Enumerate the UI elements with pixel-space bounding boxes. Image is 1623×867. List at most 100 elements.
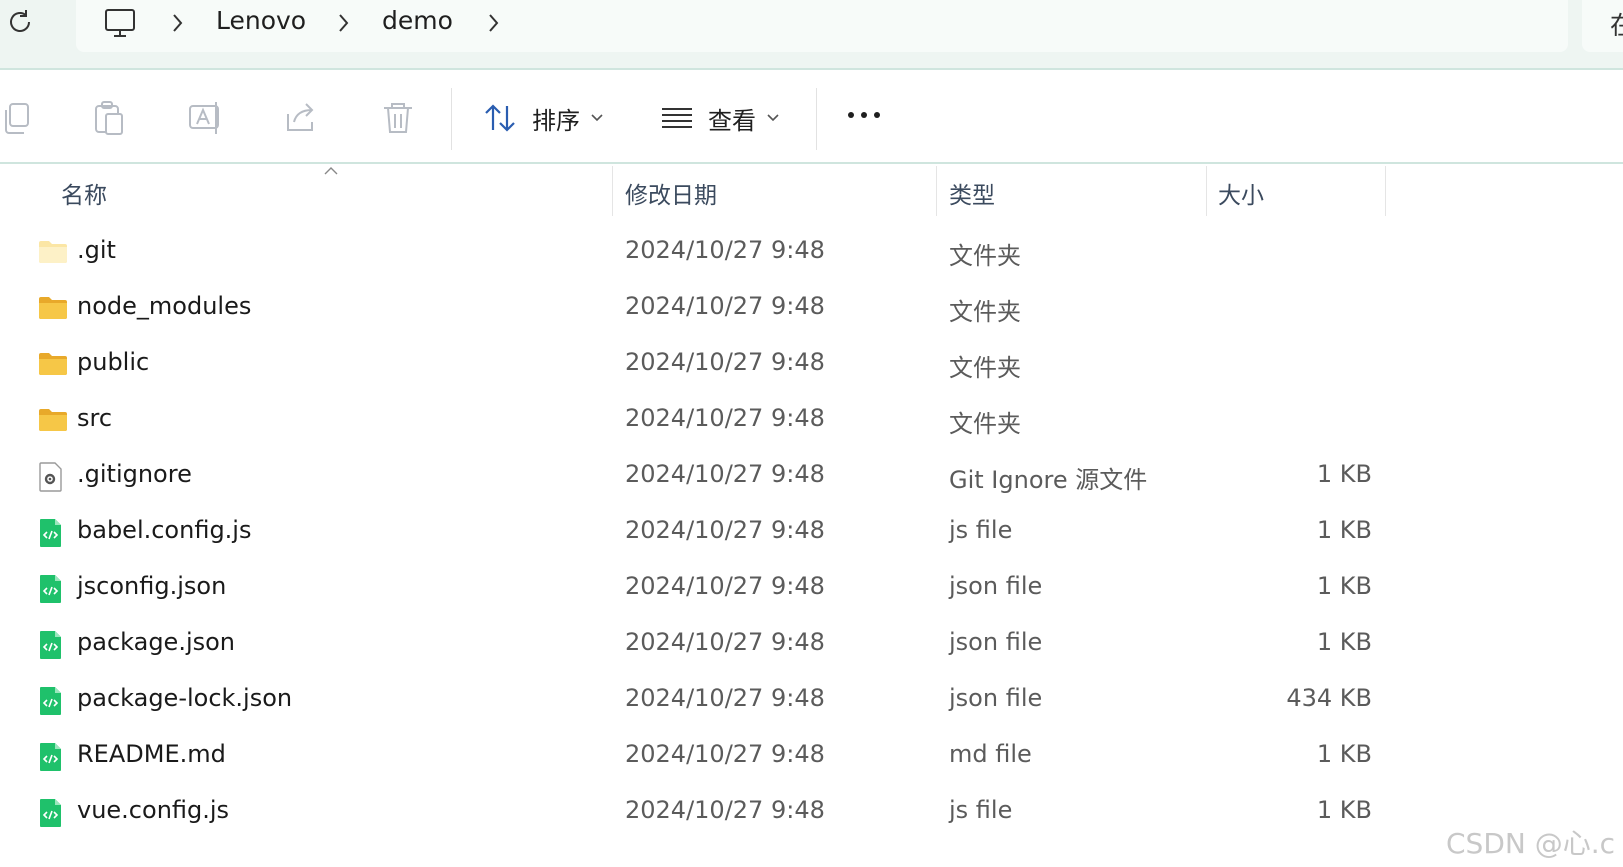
file-row[interactable]: .gitignore 2024/10/27 9:48 Git Ignore 源文… xyxy=(0,448,1623,504)
more-options-icon[interactable] xyxy=(848,112,880,118)
file-size: 1 KB xyxy=(1316,516,1372,544)
file-type: 文件夹 xyxy=(949,410,1021,438)
folder-icon xyxy=(38,238,68,266)
computer-icon[interactable] xyxy=(102,6,138,46)
file-type: Git Ignore 源文件 xyxy=(949,466,1148,494)
file-type: json file xyxy=(949,628,1043,656)
chevron-down-icon xyxy=(767,114,779,122)
file-name: package-lock.json xyxy=(77,684,293,712)
file-row[interactable]: public 2024/10/27 9:48 文件夹 xyxy=(0,336,1623,392)
file-row[interactable]: src 2024/10/27 9:48 文件夹 xyxy=(0,392,1623,448)
column-header-type[interactable]: 类型 xyxy=(949,176,995,210)
code-file-icon xyxy=(38,574,68,603)
folder-icon xyxy=(38,406,68,434)
file-name: .git xyxy=(77,236,116,264)
file-modified: 2024/10/27 9:48 xyxy=(625,684,825,712)
chevron-down-icon xyxy=(591,114,603,122)
file-row[interactable]: package-lock.json 2024/10/27 9:48 json f… xyxy=(0,672,1623,728)
column-divider[interactable] xyxy=(1385,166,1386,216)
code-file-icon xyxy=(38,686,68,715)
file-row[interactable]: .git 2024/10/27 9:48 文件夹 xyxy=(0,224,1623,280)
toolbar-divider xyxy=(816,88,817,150)
file-modified: 2024/10/27 9:48 xyxy=(625,292,825,320)
file-modified: 2024/10/27 9:48 xyxy=(625,628,825,656)
file-row[interactable]: README.md 2024/10/27 9:48 md file 1 KB xyxy=(0,728,1623,784)
file-size: 434 KB xyxy=(1286,684,1372,712)
file-row[interactable]: jsconfig.json 2024/10/27 9:48 json file … xyxy=(0,560,1623,616)
file-size: 1 KB xyxy=(1316,628,1372,656)
sort-label: 排序 xyxy=(532,106,580,135)
sort-icon xyxy=(485,104,515,132)
file-modified: 2024/10/27 9:48 xyxy=(625,796,825,824)
file-name: vue.config.js xyxy=(77,796,230,824)
copy-icon[interactable] xyxy=(0,98,40,138)
file-row[interactable]: babel.config.js 2024/10/27 9:48 js file … xyxy=(0,504,1623,560)
file-type: json file xyxy=(949,572,1043,600)
breadcrumb-item-lenovo[interactable]: Lenovo xyxy=(216,6,306,36)
file-row[interactable]: node_modules 2024/10/27 9:48 文件夹 xyxy=(0,280,1623,336)
search-placeholder: 在 xyxy=(1610,11,1623,40)
file-row[interactable]: vue.config.js 2024/10/27 9:48 js file 1 … xyxy=(0,784,1623,840)
column-header-size[interactable]: 大小 xyxy=(1218,176,1264,210)
share-icon[interactable] xyxy=(282,98,322,138)
column-header-name[interactable]: 名称 xyxy=(61,176,107,210)
trash-icon[interactable] xyxy=(378,98,418,138)
file-modified: 2024/10/27 9:48 xyxy=(625,404,825,432)
file-type: md file xyxy=(949,740,1032,768)
column-divider[interactable] xyxy=(612,166,613,216)
breadcrumb-item-demo[interactable]: demo xyxy=(382,6,453,36)
file-name: jsconfig.json xyxy=(77,572,227,600)
code-file-icon xyxy=(38,518,68,547)
list-view-icon xyxy=(662,108,692,128)
view-label: 查看 xyxy=(708,106,756,135)
file-modified: 2024/10/27 9:48 xyxy=(625,572,825,600)
code-file-icon xyxy=(38,742,68,771)
file-size: 1 KB xyxy=(1316,740,1372,768)
file-modified: 2024/10/27 9:48 xyxy=(625,740,825,768)
file-name: public xyxy=(77,348,150,376)
file-name: node_modules xyxy=(77,292,252,320)
file-name: .gitignore xyxy=(77,460,192,488)
file-name: src xyxy=(77,404,113,432)
chevron-right-icon[interactable] xyxy=(334,10,354,40)
folder-icon xyxy=(38,294,68,322)
file-type: json file xyxy=(949,684,1043,712)
file-size: 1 KB xyxy=(1316,796,1372,824)
chevron-right-icon[interactable] xyxy=(168,10,188,40)
column-header-modified[interactable]: 修改日期 xyxy=(625,176,717,210)
file-modified: 2024/10/27 9:48 xyxy=(625,348,825,376)
column-divider[interactable] xyxy=(1206,166,1207,216)
view-button[interactable]: 查看 xyxy=(660,92,780,144)
address-bar: Lenovo demo 在 xyxy=(0,0,1623,70)
file-modified: 2024/10/27 9:48 xyxy=(625,236,825,264)
paste-icon[interactable] xyxy=(90,98,130,138)
file-size: 1 KB xyxy=(1316,572,1372,600)
column-header: 名称 修改日期 类型 大小 xyxy=(0,166,1623,216)
sort-button[interactable]: 排序 xyxy=(482,92,604,144)
refresh-icon xyxy=(10,10,30,32)
file-name: babel.config.js xyxy=(77,516,252,544)
chevron-right-icon[interactable] xyxy=(484,10,504,40)
code-file-icon xyxy=(38,798,68,827)
toolbar-divider xyxy=(451,88,452,150)
file-name: package.json xyxy=(77,628,236,656)
file-type: js file xyxy=(949,516,1013,544)
folder-icon xyxy=(38,350,68,378)
rename-icon[interactable] xyxy=(186,98,226,138)
watermark: CSDN @心.c xyxy=(1446,827,1616,860)
code-file-icon xyxy=(38,630,68,659)
file-modified: 2024/10/27 9:48 xyxy=(625,516,825,544)
sort-ascending-icon xyxy=(323,162,339,181)
file-name: README.md xyxy=(77,740,226,768)
command-bar: 排序 查看 xyxy=(0,72,1623,164)
search-box[interactable]: 在 xyxy=(1582,0,1623,52)
file-type: 文件夹 xyxy=(949,354,1021,382)
breadcrumb: Lenovo demo xyxy=(76,0,1568,52)
file-row[interactable]: package.json 2024/10/27 9:48 json file 1… xyxy=(0,616,1623,672)
refresh-button[interactable] xyxy=(4,6,36,38)
column-divider[interactable] xyxy=(936,166,937,216)
file-modified: 2024/10/27 9:48 xyxy=(625,460,825,488)
file-type: js file xyxy=(949,796,1013,824)
file-size: 1 KB xyxy=(1316,460,1372,488)
file-type: 文件夹 xyxy=(949,242,1021,270)
